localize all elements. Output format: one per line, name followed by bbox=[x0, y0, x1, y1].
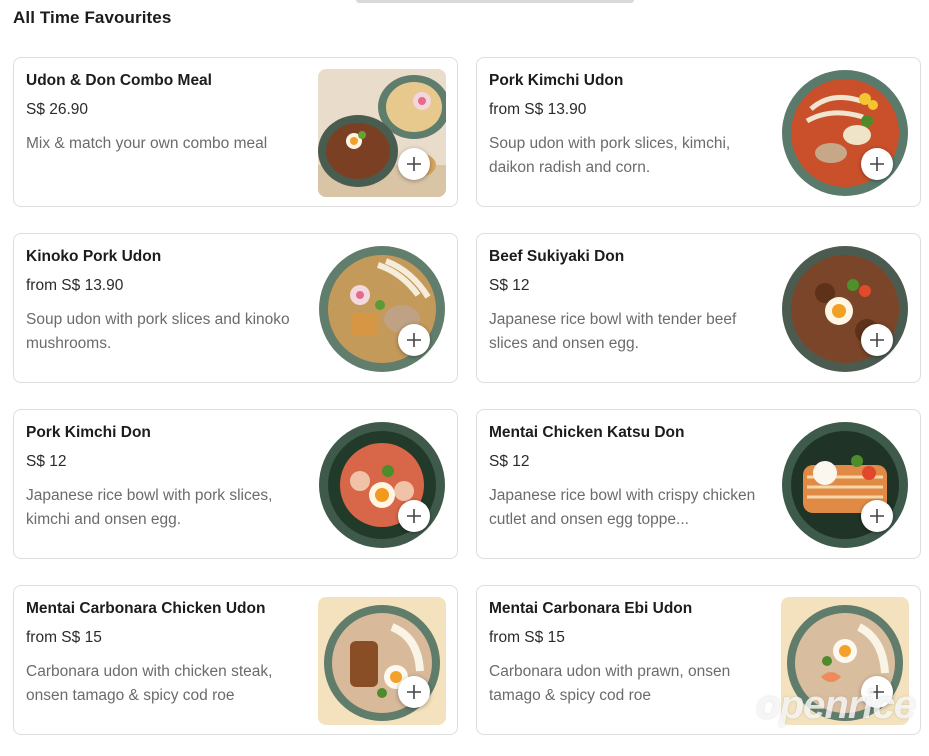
item-price: from S$ 13.90 bbox=[489, 101, 587, 118]
item-price: S$ 26.90 bbox=[26, 101, 89, 118]
item-name: Mentai Carbonara Chicken Udon bbox=[26, 600, 266, 617]
item-description: Carbonara udon with prawn, onsen tamago … bbox=[489, 663, 731, 704]
plus-icon bbox=[407, 157, 421, 171]
section-title: All Time Favourites bbox=[13, 8, 172, 27]
item-description: Mix & match your own combo meal bbox=[26, 135, 268, 152]
top-scroll-edge bbox=[356, 0, 634, 3]
plus-icon bbox=[407, 333, 421, 347]
plus-icon bbox=[870, 157, 884, 171]
item-description: Soup udon with pork slices, kimchi, daik… bbox=[489, 135, 731, 176]
mentai-carbonara-chicken-udon-photo bbox=[318, 597, 446, 725]
item-name: Pork Kimchi Udon bbox=[489, 72, 624, 89]
menu-item-card[interactable]: Mentai Chicken Katsu Don S$ 12 Japanese … bbox=[476, 409, 921, 559]
item-name: Beef Sukiyaki Don bbox=[489, 248, 625, 265]
add-button[interactable] bbox=[861, 324, 893, 356]
item-price: S$ 12 bbox=[489, 453, 530, 470]
item-description: Carbonara udon with chicken steak, onsen… bbox=[26, 663, 273, 704]
item-name: Udon & Don Combo Meal bbox=[26, 72, 212, 89]
add-button[interactable] bbox=[861, 676, 893, 708]
menu-item-card[interactable]: Mentai Carbonara Chicken Udon from S$ 15… bbox=[13, 585, 458, 735]
item-price: S$ 12 bbox=[26, 453, 67, 470]
item-description: Japanese rice bowl with crispy chicken c… bbox=[489, 487, 756, 528]
item-name: Mentai Carbonara Ebi Udon bbox=[489, 600, 693, 617]
mentai-carbonara-ebi-udon-photo bbox=[781, 597, 909, 725]
add-button[interactable] bbox=[398, 676, 430, 708]
item-name: Kinoko Pork Udon bbox=[26, 248, 162, 265]
pork-kimchi-udon-photo bbox=[781, 69, 909, 197]
combo-meal-photo bbox=[318, 69, 446, 197]
add-button[interactable] bbox=[861, 500, 893, 532]
plus-icon bbox=[870, 685, 884, 699]
item-description: Japanese rice bowl with tender beef slic… bbox=[489, 311, 737, 352]
item-price: from S$ 13.90 bbox=[26, 277, 124, 294]
mentai-chicken-katsu-don-photo bbox=[781, 421, 909, 549]
item-description: Soup udon with pork slices and kinoko mu… bbox=[26, 311, 290, 352]
add-button[interactable] bbox=[861, 148, 893, 180]
item-name: Pork Kimchi Don bbox=[26, 424, 151, 441]
beef-sukiyaki-don-photo bbox=[781, 245, 909, 373]
plus-icon bbox=[870, 509, 884, 523]
pork-kimchi-don-photo bbox=[318, 421, 446, 549]
item-price: S$ 12 bbox=[489, 277, 530, 294]
item-name: Mentai Chicken Katsu Don bbox=[489, 424, 685, 441]
menu-item-card[interactable]: Kinoko Pork Udon from S$ 13.90 Soup udon… bbox=[13, 233, 458, 383]
plus-icon bbox=[407, 509, 421, 523]
plus-icon bbox=[870, 333, 884, 347]
add-button[interactable] bbox=[398, 148, 430, 180]
item-description: Japanese rice bowl with pork slices, kim… bbox=[26, 487, 273, 528]
menu-item-card[interactable]: Mentai Carbonara Ebi Udon from S$ 15 Car… bbox=[476, 585, 921, 735]
menu-item-card[interactable]: Udon & Don Combo Meal S$ 26.90 Mix & mat… bbox=[13, 57, 458, 207]
add-button[interactable] bbox=[398, 324, 430, 356]
menu-item-card[interactable]: Beef Sukiyaki Don S$ 12 Japanese rice bo… bbox=[476, 233, 921, 383]
kinoko-pork-udon-photo bbox=[318, 245, 446, 373]
plus-icon bbox=[407, 685, 421, 699]
add-button[interactable] bbox=[398, 500, 430, 532]
item-price: from S$ 15 bbox=[489, 629, 565, 646]
menu-item-card[interactable]: Pork Kimchi Don S$ 12 Japanese rice bowl… bbox=[13, 409, 458, 559]
item-price: from S$ 15 bbox=[26, 629, 102, 646]
menu-item-card[interactable]: Pork Kimchi Udon from S$ 13.90 Soup udon… bbox=[476, 57, 921, 207]
